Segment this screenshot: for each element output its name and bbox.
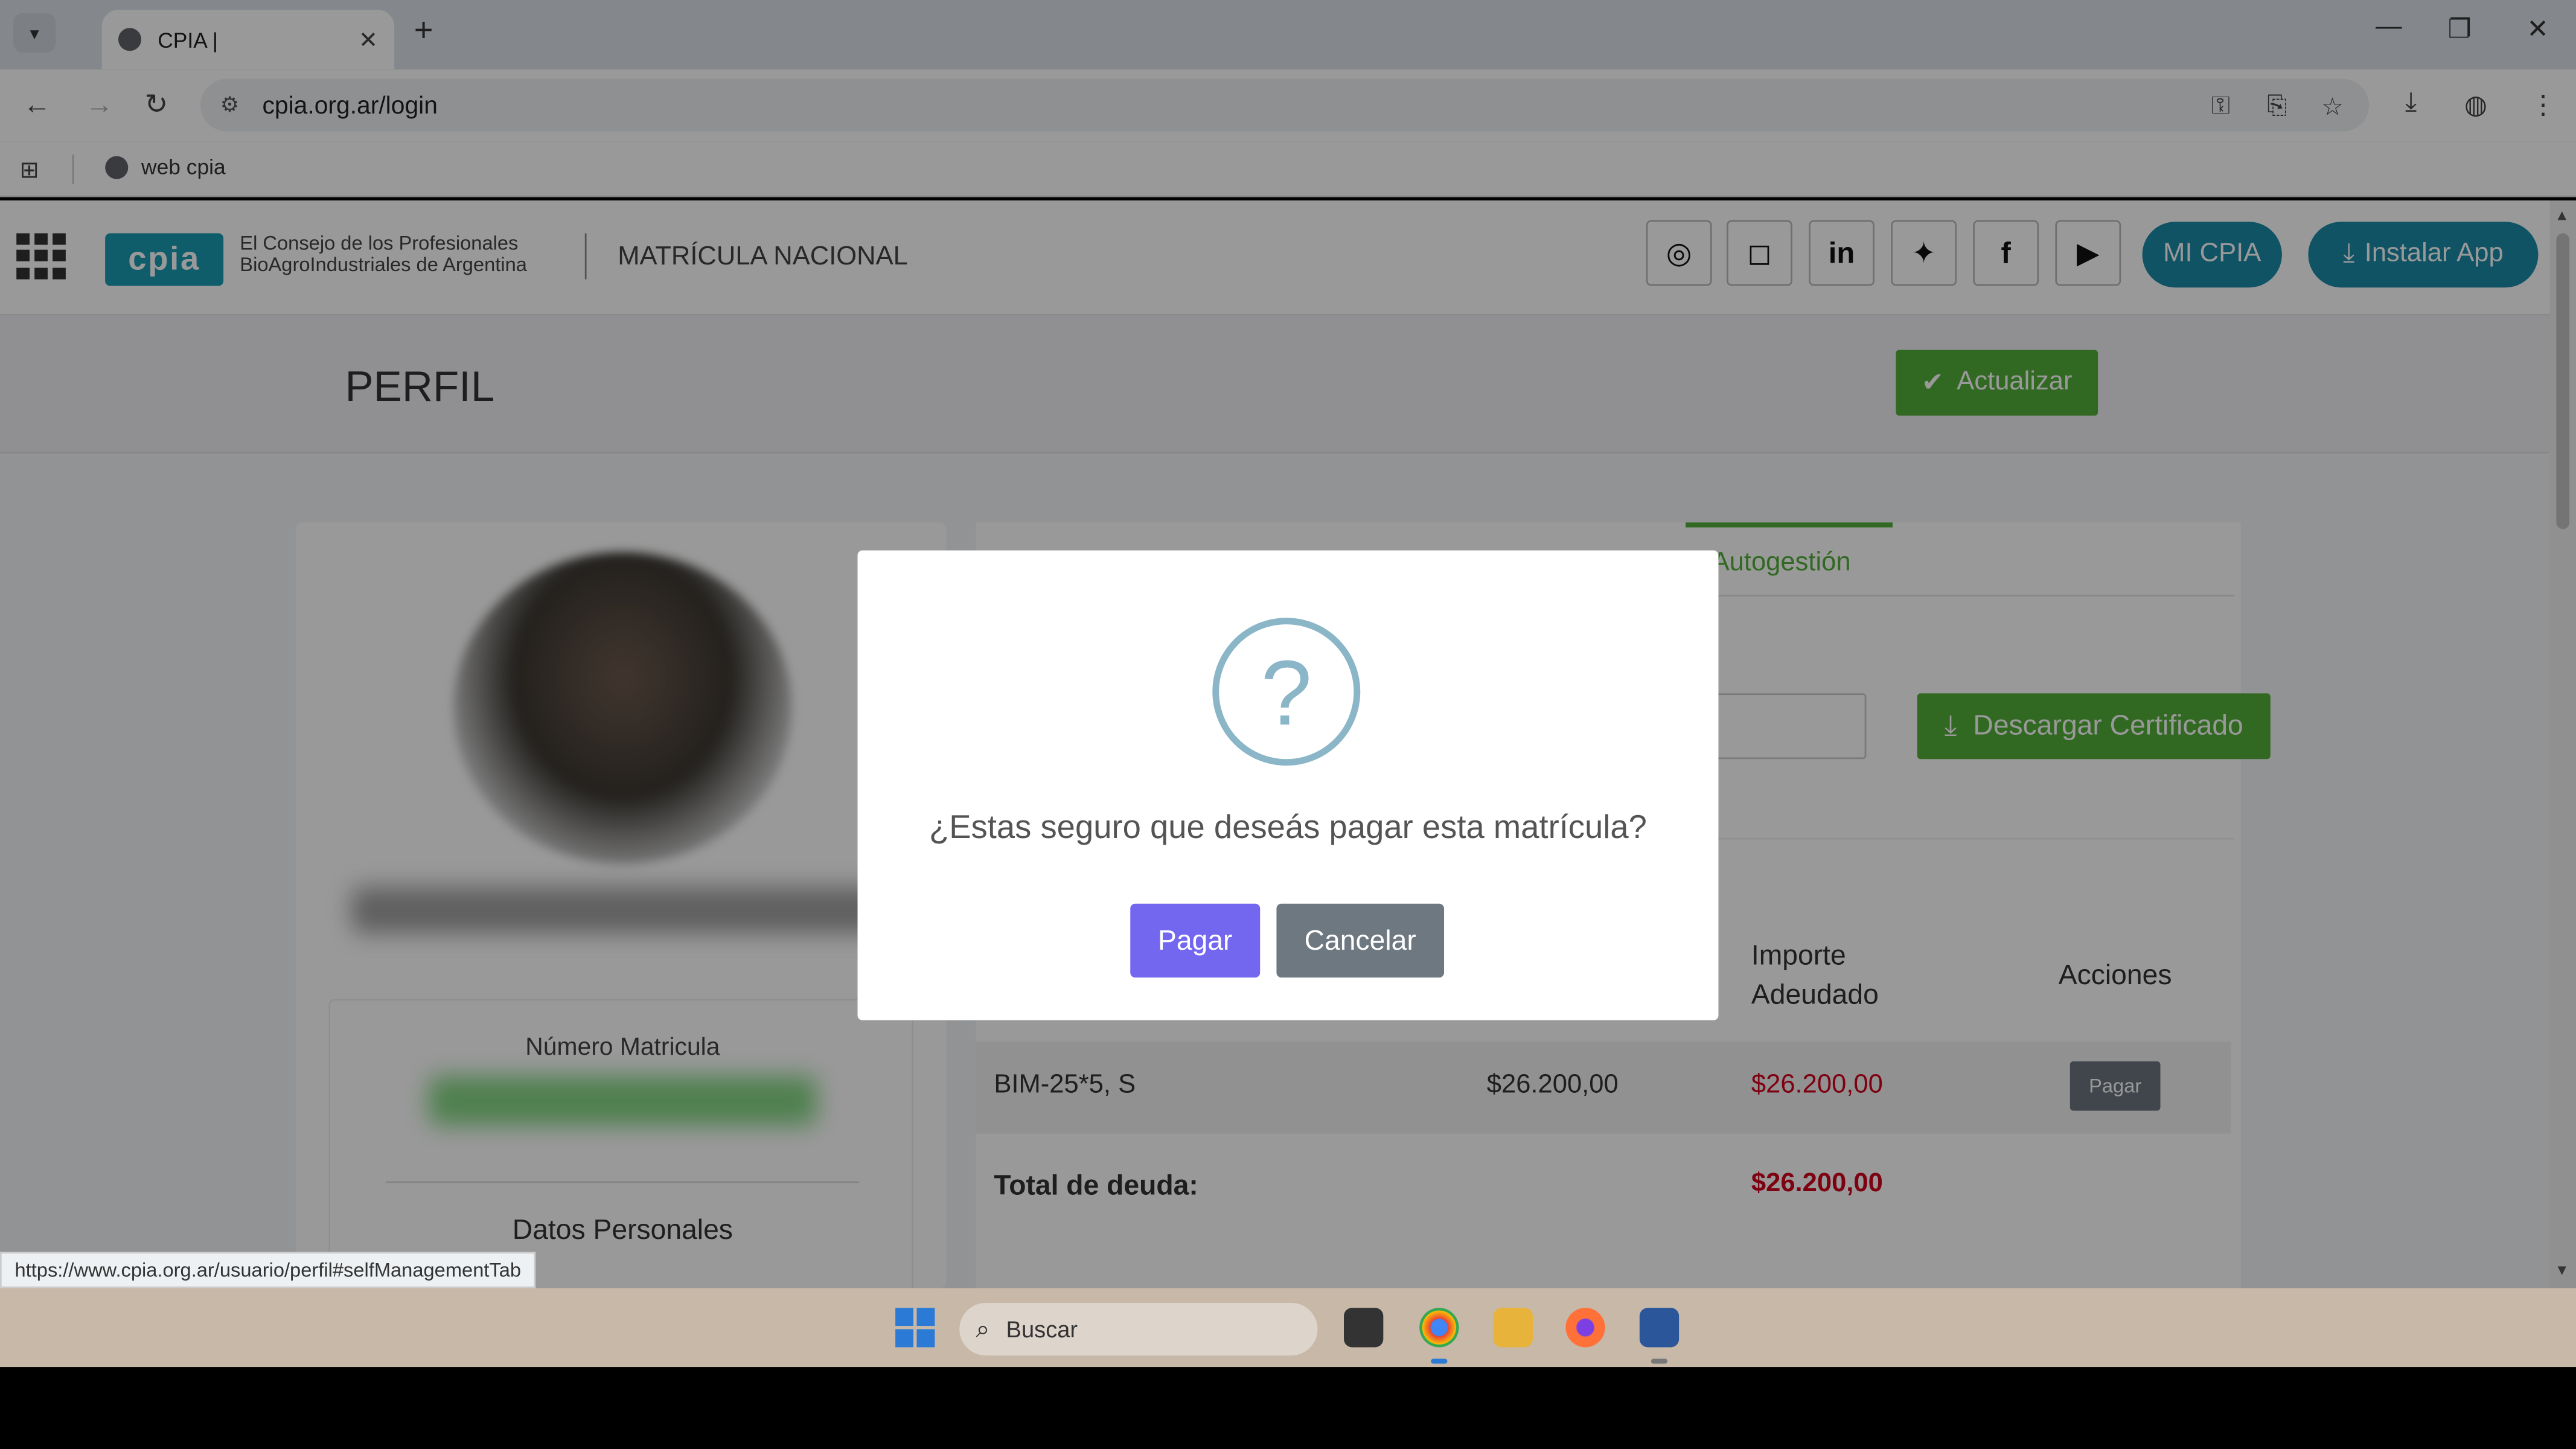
chrome-icon[interactable]: [1419, 1308, 1459, 1348]
dialog-message: ¿Estas seguro que deseás pagar esta matr…: [928, 810, 1647, 846]
firefox-icon[interactable]: [1565, 1308, 1605, 1348]
open-app-indicator: [1651, 1358, 1668, 1364]
taskbar-search[interactable]: ⌕ Buscar: [959, 1302, 1318, 1356]
confirm-dialog: ? ¿Estas seguro que deseás pagar esta ma…: [857, 550, 1719, 1020]
screen: ▾ CPIA | ✕ + — ❐ ✕ ← → ↻ ⚙ cpia.org.ar/l…: [0, 0, 2576, 1449]
search-placeholder: Buscar: [1006, 1316, 1078, 1343]
file-explorer-icon[interactable]: [1493, 1308, 1533, 1348]
active-app-indicator: [1431, 1358, 1448, 1364]
letterbox-bar: [0, 1367, 2576, 1449]
cancel-button[interactable]: Cancelar: [1276, 903, 1445, 978]
status-bar-url: https://www.cpia.org.ar/usuario/perfil#s…: [0, 1252, 536, 1288]
task-view-icon[interactable]: [1344, 1308, 1384, 1348]
word-icon[interactable]: [1639, 1308, 1680, 1348]
taskbar: ⌕ Buscar: [0, 1288, 2576, 1367]
search-icon: ⌕: [976, 1315, 990, 1343]
windows-start-icon[interactable]: [895, 1308, 935, 1348]
question-icon: ?: [1212, 618, 1361, 766]
confirm-pay-button[interactable]: Pagar: [1130, 903, 1261, 978]
